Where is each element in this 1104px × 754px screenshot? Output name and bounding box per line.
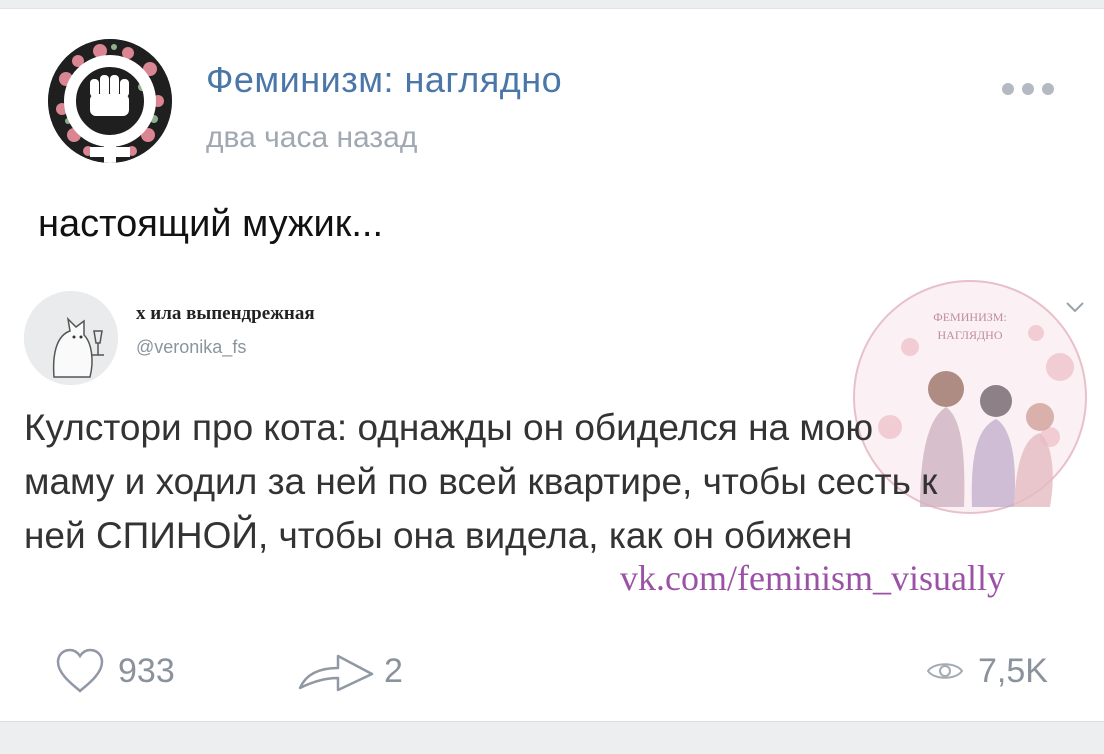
- share-count: 2: [384, 651, 403, 690]
- tweet-author-avatar: [24, 291, 118, 385]
- tweet-line: ней СПИНОЙ, чтобы она видела, как он оби…: [24, 515, 853, 556]
- share-arrow-icon: [298, 654, 374, 692]
- heart-icon: [56, 648, 104, 693]
- ellipsis-icon[interactable]: [1002, 83, 1054, 97]
- views-counter: 7,5K: [926, 645, 1048, 697]
- tweet-author-handle: @veronika_fs: [136, 337, 247, 357]
- views-count: 7,5K: [978, 651, 1048, 690]
- group-avatar[interactable]: [48, 39, 172, 163]
- cat-drawing-icon: [24, 291, 118, 385]
- group-name[interactable]: Феминизм: наглядно: [206, 59, 562, 101]
- tweet-line: Кулстори про кота: однажды он обиделся н…: [24, 407, 874, 448]
- tweet-line: маму и ходил за ней по всей квартире, чт…: [24, 461, 938, 502]
- share-button[interactable]: 2: [296, 645, 403, 697]
- like-button[interactable]: 933: [54, 645, 175, 697]
- post-timestamp[interactable]: два часа назад: [206, 121, 417, 155]
- tweet-body: Кулстори про кота: однажды он обиделся н…: [24, 401, 1094, 563]
- post-card: Феминизм: наглядно два часа назад настоя…: [0, 8, 1104, 722]
- tweet-author-name: х ила выпендрежная: [136, 303, 315, 324]
- feminist-fist-icon: [48, 39, 172, 163]
- eye-icon: [926, 663, 964, 679]
- watermark-link: vk.com/feminism_visually: [620, 558, 1005, 598]
- badge-text-top: ФЕМИНИЗМ:: [933, 310, 1007, 324]
- badge-text-bottom: НАГЛЯДНО: [937, 328, 1002, 342]
- like-count: 933: [118, 651, 175, 690]
- post-text: настоящий мужик...: [38, 203, 384, 245]
